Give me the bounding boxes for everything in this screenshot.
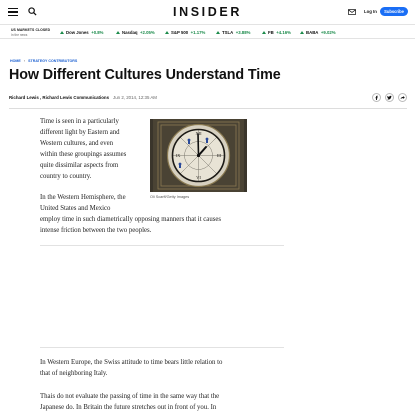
paragraph-line: Time is seen in a particularly	[40, 118, 119, 125]
login-link[interactable]: Log In	[364, 9, 377, 14]
facebook-icon	[375, 95, 378, 100]
ticker-item-sp500[interactable]: S&P 500 +1.17%	[165, 30, 205, 35]
paragraph-line: Thais do not evaluate the passing of tim…	[40, 393, 220, 400]
paragraph-line: intense friction between the two peoples…	[40, 226, 152, 234]
breadcrumb-home[interactable]: HOME	[10, 59, 21, 63]
ticker-change: +4.16%	[276, 29, 291, 35]
up-arrow-icon	[116, 30, 120, 34]
breadcrumb: HOME › STRATEGY CONTRIBUTORS	[10, 58, 77, 63]
ticker-change: +0.8%	[91, 29, 104, 35]
ticker-item-fb[interactable]: FB +4.16%	[262, 30, 291, 35]
paragraph-line: within these groupings assumes	[40, 150, 127, 158]
paragraph-line: different light by Eastern and	[40, 128, 120, 136]
byline: Richard Lewis , Richard Lewis Communicat…	[9, 95, 157, 100]
article-title: How Different Cultures Understand Time	[9, 67, 281, 83]
facebook-share-button[interactable]	[372, 93, 381, 102]
article-paragraph: In the Western Hemisphere, the United St…	[40, 193, 290, 237]
paragraph-line: Japanese do. In Britain the future stret…	[40, 403, 217, 411]
paragraph-line: employ time in such diametrically opposi…	[40, 215, 222, 223]
clock-face-illustration: XII III VI IX	[150, 119, 247, 192]
svg-text:III: III	[217, 153, 222, 158]
paragraph-line: In the Western Hemisphere, the	[40, 194, 126, 201]
ticker-change: +3.88%	[235, 29, 251, 35]
article-authors[interactable]: Richard Lewis , Richard Lewis Communicat…	[9, 95, 109, 100]
site-header: INSIDER Log In Subscribe	[0, 0, 415, 24]
paragraph-line: United States and Mexico	[40, 204, 111, 212]
ticker-change: +9.02%	[320, 29, 336, 35]
chevron-right-icon: ›	[23, 58, 26, 63]
byline-divider	[9, 108, 407, 109]
ticker-item-baba[interactable]: BABA +9.02%	[300, 30, 336, 35]
article-paragraph: Thais do not evaluate the passing of tim…	[40, 392, 290, 414]
svg-text:VI: VI	[196, 175, 201, 180]
more-share-button[interactable]	[398, 93, 407, 102]
article-image-big-ben-clock[interactable]: XII III VI IX	[150, 119, 247, 192]
article-paragraph: Time is seen in a particularly different…	[40, 117, 145, 182]
paragraph-line: Western cultures, and even	[40, 139, 114, 147]
ticker-item-dow[interactable]: Dow Jones +0.8%	[60, 30, 104, 35]
ticker-name: Nasdaq	[122, 29, 138, 35]
market-status-sub: In the news	[11, 32, 28, 37]
ticker-name: TSLA	[222, 29, 234, 35]
ticker-name: S&P 500	[171, 29, 189, 35]
ticker-item-nasdaq[interactable]: Nasdaq +2.05%	[116, 30, 155, 35]
up-arrow-icon	[165, 30, 169, 34]
share-icon	[400, 96, 405, 99]
ticker-name: BABA	[306, 29, 319, 35]
ad-slot-divider	[40, 347, 284, 348]
ad-slot-divider	[40, 245, 284, 246]
subscribe-button[interactable]: Subscribe	[380, 7, 408, 16]
twitter-share-button[interactable]	[385, 93, 394, 102]
up-arrow-icon	[262, 30, 266, 34]
paragraph-line: quite dissimilar aspects from	[40, 161, 119, 169]
breadcrumb-section[interactable]: STRATEGY CONTRIBUTORS	[28, 59, 77, 63]
up-arrow-icon	[216, 30, 220, 34]
up-arrow-icon	[60, 30, 64, 34]
market-status: US MARKETS CLOSED In the news	[11, 28, 50, 37]
market-status-title: US MARKETS CLOSED	[11, 28, 51, 32]
ticker-change: +2.05%	[140, 29, 155, 35]
ticker-item-tsla[interactable]: TSLA +3.88%	[216, 30, 250, 35]
market-ticker: US MARKETS CLOSED In the news Dow Jones …	[0, 24, 415, 39]
article-paragraph: In Western Europe, the Swiss attitude to…	[40, 358, 290, 380]
ticker-change: +1.17%	[190, 29, 206, 35]
twitter-icon	[387, 95, 392, 100]
paragraph-line: country to country.	[40, 172, 92, 180]
paragraph-line: In Western Europe, the Swiss attitude to…	[40, 359, 223, 366]
paragraph-line: that of neighboring Italy.	[40, 369, 108, 377]
mail-icon[interactable]	[348, 9, 356, 15]
svg-text:IX: IX	[176, 153, 181, 158]
ticker-name: Dow Jones	[66, 29, 89, 35]
ticker-name: FB	[268, 29, 274, 35]
article-date: Jun 2, 2014, 12:35 AM	[113, 95, 157, 100]
up-arrow-icon	[300, 30, 304, 34]
